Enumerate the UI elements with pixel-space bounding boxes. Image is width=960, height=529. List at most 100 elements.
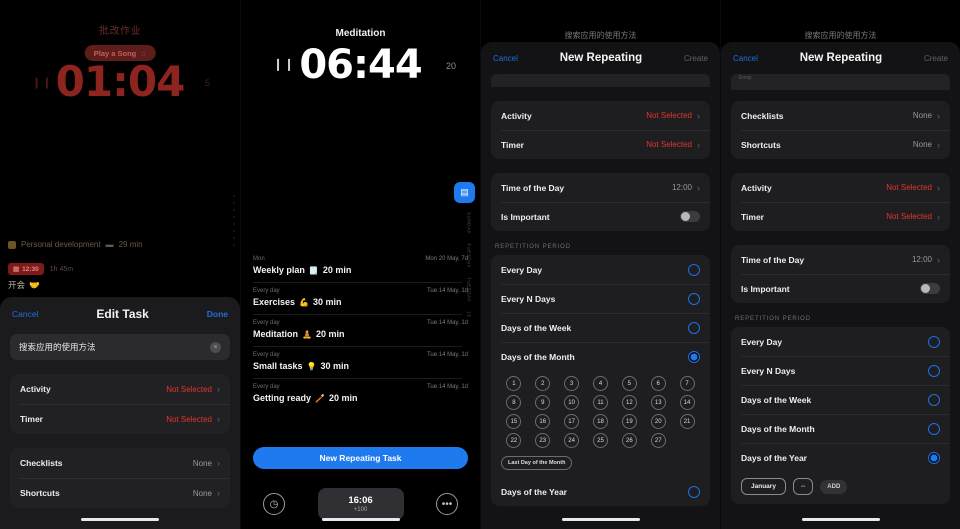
skip-label[interactable]: 5	[205, 78, 210, 88]
option-every-n-days[interactable]: Every N Days	[731, 356, 950, 385]
days-of-month-grid[interactable]: 1 2 3 4 5 6 7 8 9 10 11 12 13 14 15 16 1	[491, 371, 710, 451]
option-days-of-year[interactable]: Days of the Year	[491, 477, 710, 506]
day-cell[interactable]: 3	[564, 376, 580, 391]
radio-icon[interactable]	[688, 321, 700, 334]
ellipsis-icon[interactable]: •••	[436, 493, 458, 515]
day-cell[interactable]: 26	[621, 433, 637, 448]
row-timer[interactable]: Timer Not Selected ›	[731, 202, 950, 231]
create-button[interactable]: Create	[684, 54, 708, 63]
radio-icon-selected[interactable]	[688, 350, 700, 363]
clear-icon[interactable]: ×	[210, 341, 221, 353]
day-cell[interactable]: 12	[621, 395, 637, 410]
day-cell[interactable]: 20	[650, 414, 666, 429]
day-cell[interactable]: 16	[535, 414, 551, 429]
row-is-important[interactable]: Is Important	[491, 202, 710, 231]
is-important-toggle[interactable]	[920, 283, 940, 294]
day-cell[interactable]: 1	[506, 376, 522, 391]
radio-icon[interactable]	[688, 292, 700, 305]
done-button[interactable]: Done	[207, 309, 228, 319]
day-cell[interactable]: 11	[592, 395, 608, 410]
option-days-of-month[interactable]: Days of the Month	[491, 342, 710, 371]
stack-icon[interactable]: ▤	[454, 182, 475, 203]
create-button[interactable]: Create	[924, 54, 948, 63]
day-cell[interactable]: 19	[621, 414, 637, 429]
radio-icon[interactable]	[928, 335, 940, 348]
task-when: Mon 20 May, 7d	[425, 256, 468, 262]
row-activity[interactable]: Activity Not Selected ›	[731, 173, 950, 202]
option-label: Days of the Year	[741, 452, 807, 463]
group-activity: Activity Not Selected › Timer Not Select…	[491, 101, 710, 159]
activity-chip: Personal development ▬ 29 min	[8, 240, 143, 249]
points-display[interactable]: 16:06 +100	[317, 488, 404, 520]
row-activity[interactable]: Activity Not Selected ›	[491, 101, 710, 130]
month-select[interactable]: January	[741, 478, 786, 495]
day-select[interactable]: --	[792, 478, 814, 495]
row-checklists[interactable]: Checklists None ›	[10, 448, 230, 478]
cancel-button[interactable]: Cancel	[12, 309, 38, 319]
timer-icon[interactable]: ◷	[263, 493, 285, 515]
group-activity: Activity Not Selected › Timer Not Select…	[731, 173, 950, 231]
task-when: Tue 14 May, 1d	[426, 288, 468, 294]
day-cell[interactable]: 5	[621, 376, 637, 391]
option-every-n-days[interactable]: Every N Days	[491, 284, 710, 313]
option-days-of-year[interactable]: Days of the Year	[731, 443, 950, 472]
cancel-button[interactable]: Cancel	[733, 54, 758, 63]
radio-icon[interactable]	[688, 485, 700, 498]
pause-icon[interactable]: ❙❙	[32, 76, 52, 89]
row-time-of-day[interactable]: Time of the Day 12:00 ›	[731, 245, 950, 274]
day-cell[interactable]: 14	[679, 395, 695, 410]
row-checklists[interactable]: Checklists None ›	[731, 101, 950, 130]
day-cell[interactable]: 10	[564, 395, 580, 410]
day-cell[interactable]: 4	[592, 376, 608, 391]
scrolled-field-stub[interactable]: Emoji	[731, 74, 950, 90]
row-shortcuts[interactable]: Shortcuts None ›	[10, 478, 230, 508]
day-cell[interactable]: 18	[592, 414, 608, 429]
row-activity[interactable]: Activity Not Selected ›	[10, 374, 230, 404]
row-timer[interactable]: Timer Not Selected ›	[10, 404, 230, 434]
day-cell[interactable]: 7	[679, 376, 695, 391]
list-item[interactable]: Every day Tue 14 May, 1d Small tasks 💡 3…	[241, 346, 480, 378]
option-days-of-month[interactable]: Days of the Month	[731, 414, 950, 443]
cancel-button[interactable]: Cancel	[493, 54, 518, 63]
duration-badge: 20	[445, 61, 456, 71]
day-cell[interactable]: 13	[650, 395, 666, 410]
row-shortcuts[interactable]: Shortcuts None ›	[731, 130, 950, 159]
radio-icon[interactable]	[928, 422, 940, 435]
list-item[interactable]: Mon Mon 20 May, 7d Weekly plan 🗒️ 20 min	[241, 250, 480, 282]
day-cell[interactable]: 6	[650, 376, 666, 391]
option-every-day[interactable]: Every Day	[731, 327, 950, 356]
list-item[interactable]: Every day Tue 14 May, 1d Meditation 🧘 20…	[241, 314, 480, 346]
pause-icon[interactable]: ❙❙	[273, 57, 295, 71]
add-date-button[interactable]: ADD	[820, 479, 848, 494]
day-cell[interactable]: 17	[564, 414, 580, 429]
option-days-of-week[interactable]: Days of the Week	[731, 385, 950, 414]
new-repeating-task-button[interactable]: New Repeating Task	[253, 447, 468, 469]
radio-icon[interactable]	[688, 263, 700, 276]
scrolled-field-stub[interactable]	[491, 74, 710, 87]
day-cell[interactable]: 15	[506, 414, 522, 429]
day-cell[interactable]: 27	[650, 433, 666, 448]
row-time-of-day[interactable]: Time of the Day 12:00 ›	[491, 173, 710, 202]
day-cell[interactable]: 9	[535, 395, 551, 410]
day-cell[interactable]: 25	[592, 433, 608, 448]
last-day-of-month-button[interactable]: Last Day of the Month	[501, 456, 573, 470]
task-name-input[interactable]: 搜索应用的使用方法 ×	[10, 334, 230, 360]
option-days-of-week[interactable]: Days of the Week	[491, 313, 710, 342]
radio-icon-selected[interactable]	[928, 451, 940, 464]
row-timer[interactable]: Timer Not Selected ›	[491, 130, 710, 159]
day-cell[interactable]: 21	[679, 414, 695, 429]
list-item[interactable]: Every day Tue 14 May, 1d Exercises 💪 30 …	[241, 282, 480, 314]
list-item[interactable]: Every day Tue 14 May, 1d Getting ready 🪥…	[241, 378, 480, 410]
day-cell[interactable]: 23	[535, 433, 551, 448]
row-is-important[interactable]: Is Important	[731, 274, 950, 303]
radio-icon[interactable]	[928, 364, 940, 377]
day-cell[interactable]: 22	[506, 433, 522, 448]
sheet-group-extras: Checklists None › Shortcuts None ›	[10, 448, 230, 508]
radio-icon[interactable]	[928, 393, 940, 406]
day-cell[interactable]: 24	[564, 433, 580, 448]
is-important-toggle[interactable]	[680, 211, 700, 222]
row-value: 12:00	[911, 255, 932, 264]
day-cell[interactable]: 8	[506, 395, 522, 410]
option-every-day[interactable]: Every Day	[491, 255, 710, 284]
day-cell[interactable]: 2	[535, 376, 551, 391]
